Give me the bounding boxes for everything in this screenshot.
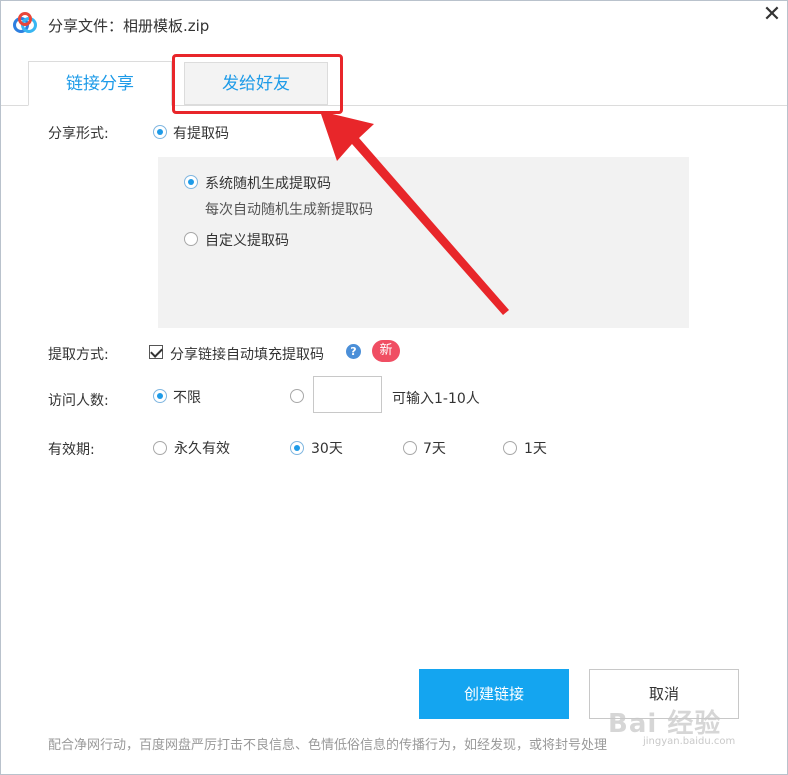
close-icon[interactable]: ✕ <box>759 3 785 29</box>
visitors-unlimited-label: 不限 <box>173 390 201 406</box>
watermark-url: jingyan.baidu.com <box>643 736 736 747</box>
random-code-hint: 每次自动随机生成新提取码 <box>205 202 373 218</box>
new-badge: 新 <box>372 340 400 362</box>
validity-permanent-radio[interactable] <box>153 441 167 455</box>
random-code-radio[interactable] <box>184 175 198 189</box>
watermark-logo: Bai 经验 <box>608 709 722 739</box>
share-form-radio[interactable] <box>153 125 167 139</box>
share-form-label: 分享形式: <box>48 126 109 142</box>
visitors-count-input[interactable] <box>313 376 382 413</box>
window-title: 分享文件：相册模板.zip <box>48 17 210 35</box>
visitors-label: 访问人数: <box>48 393 109 409</box>
random-code-label: 系统随机生成提取码 <box>205 176 331 192</box>
footer-notice: 配合净网行动，百度网盘严厉打击不良信息、色情低俗信息的传播行为，如经发现，或将封… <box>48 738 608 753</box>
tab-link-share[interactable]: 链接分享 <box>28 61 172 106</box>
share-form-option-label: 有提取码 <box>173 126 229 142</box>
visitors-unlimited-radio[interactable] <box>153 389 167 403</box>
validity-1-day-radio[interactable] <box>503 441 517 455</box>
validity-30-days-radio[interactable] <box>290 441 304 455</box>
auto-fill-code-label: 分享链接自动填充提取码 <box>170 347 324 363</box>
validity-30-days-label: 30天 <box>311 441 343 457</box>
validity-label: 有效期: <box>48 442 95 458</box>
validity-7-days-radio[interactable] <box>403 441 417 455</box>
validity-7-days-label: 7天 <box>423 441 446 457</box>
help-icon[interactable]: ? <box>346 344 361 359</box>
validity-1-day-label: 1天 <box>524 441 547 457</box>
visitors-input-hint: 可输入1-10人 <box>392 391 480 407</box>
baidu-netdisk-logo-icon <box>13 12 37 33</box>
share-dialog: 分享文件：相册模板.zip ✕ 链接分享 发给好友 分享形式: 有提取码 系统随… <box>0 0 788 775</box>
validity-permanent-label: 永久有效 <box>174 441 230 457</box>
title-bar: 分享文件：相册模板.zip ✕ <box>1 1 787 45</box>
auto-fill-code-checkbox[interactable] <box>149 345 163 359</box>
custom-code-radio[interactable] <box>184 232 198 246</box>
custom-code-label: 自定义提取码 <box>205 233 289 249</box>
visitors-limited-radio[interactable] <box>290 389 304 403</box>
annotation-highlight-box <box>172 54 343 114</box>
extract-method-label: 提取方式: <box>48 347 109 363</box>
create-link-button[interactable]: 创建链接 <box>419 669 569 719</box>
